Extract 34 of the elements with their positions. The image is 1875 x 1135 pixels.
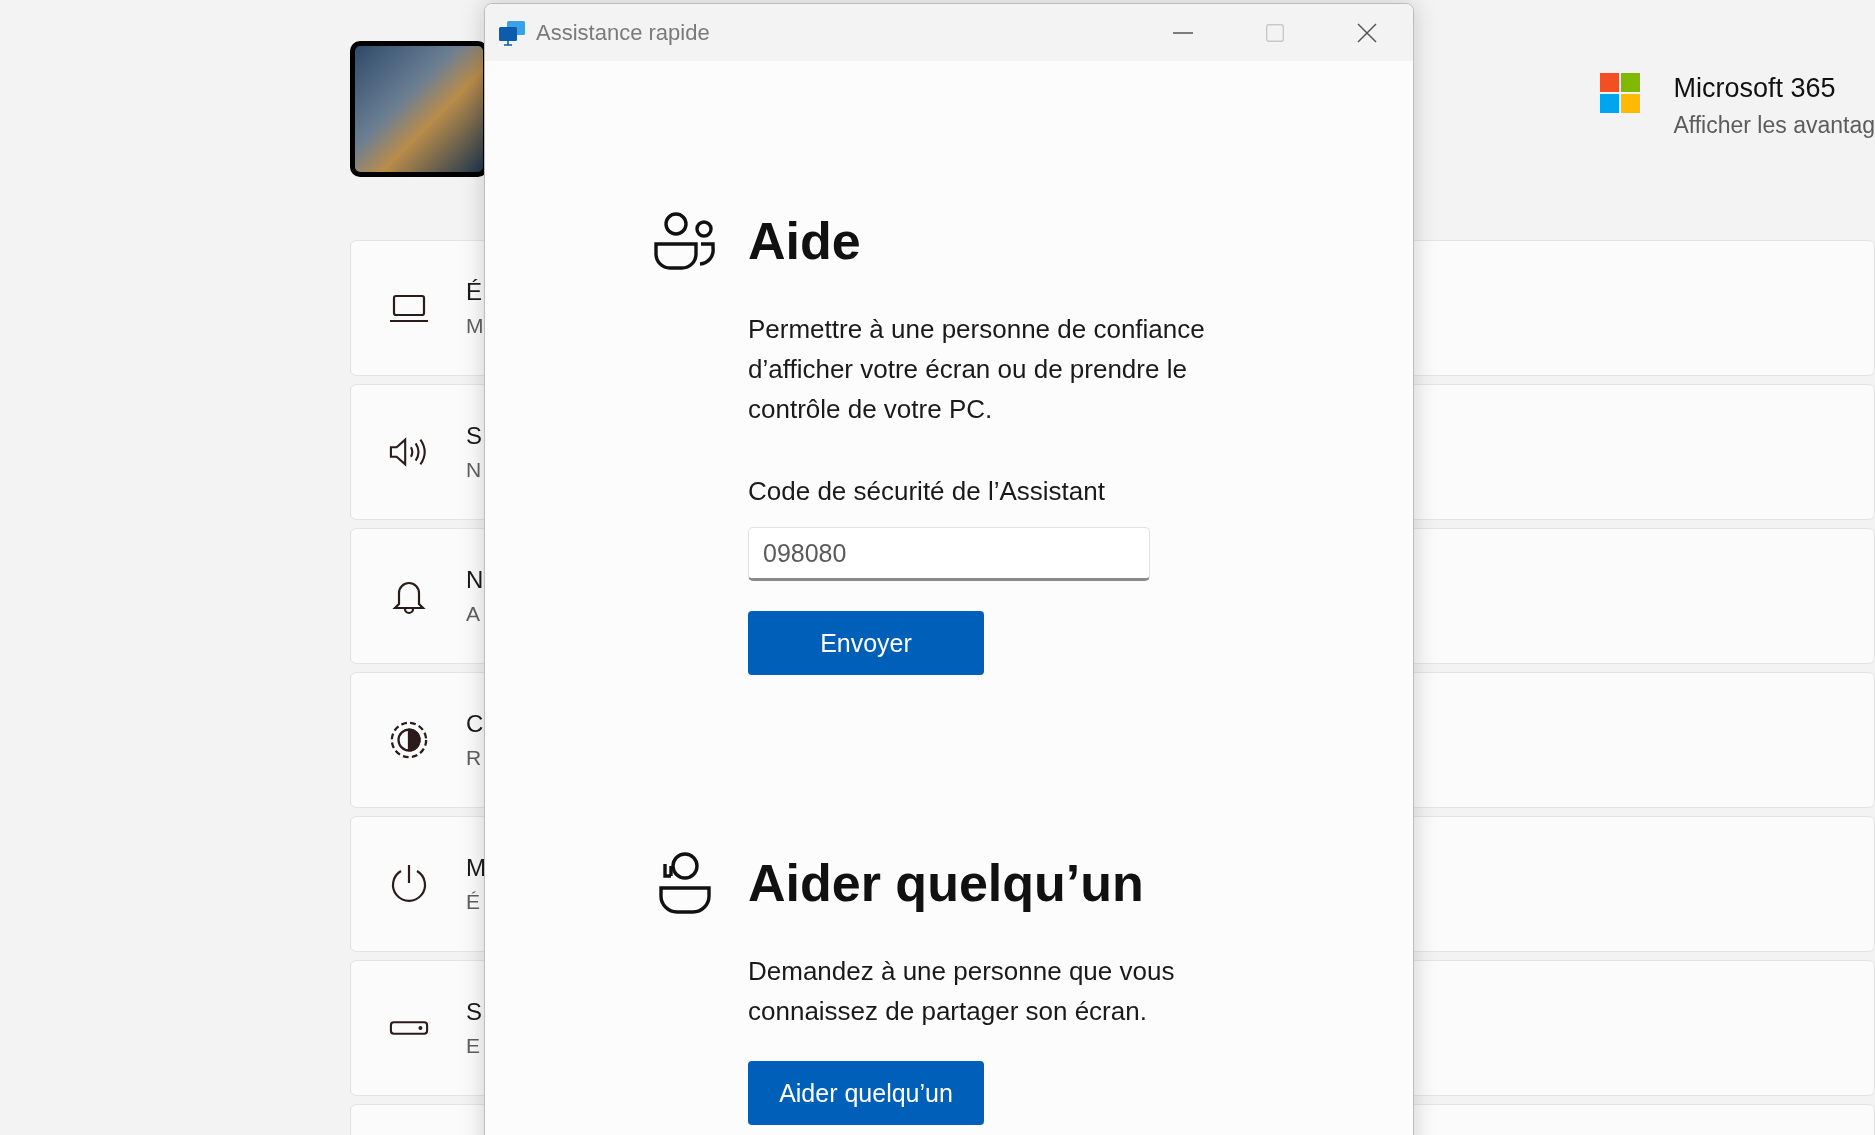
window-title: Assistance rapide (536, 19, 710, 46)
card-title: S (466, 998, 482, 1026)
section-heading: Aide (748, 211, 861, 272)
speaker-icon (389, 435, 429, 469)
power-icon (389, 863, 429, 905)
card-subtitle: E (466, 1034, 481, 1058)
card-title: M (466, 854, 486, 882)
card-title: N (466, 566, 484, 594)
minimize-icon (1173, 31, 1193, 34)
section-description: Permettre à une personne de confiance d’afficher votre écran ou de prendre le contrôle de votre PC. (748, 313, 1206, 426)
promo-link[interactable]: Afficher les avantag (1673, 112, 1875, 139)
card-subtitle: R (466, 746, 483, 770)
primary-button[interactable]: Envoyer (748, 611, 984, 675)
two-monitors-icon (498, 19, 526, 46)
section-heading: Aider quelqu’un (748, 853, 1144, 914)
code-input-field[interactable]: 098080 (748, 527, 1150, 581)
card-title: C (466, 710, 484, 738)
card-subtitle: A (466, 602, 481, 626)
close-icon (1357, 22, 1377, 43)
card-title: S (466, 422, 482, 450)
storage-drive-icon (389, 1020, 429, 1036)
maximize-icon (1266, 23, 1284, 42)
laptop-icon (389, 293, 429, 323)
section-description: Demandez à une personne que vous connaissez de partager son écran. (748, 955, 1176, 1028)
card-subtitle: N (466, 458, 482, 482)
promo-title: Microsoft 365 (1673, 73, 1837, 104)
card-subtitle: É (466, 890, 481, 914)
focus-icon (389, 719, 429, 761)
card-title: É (466, 278, 483, 306)
card-subtitle: M (466, 314, 484, 338)
people-icon (652, 212, 718, 270)
field-label: Code de sécurité de l’Assistant (748, 475, 1105, 507)
four-squares-logo-icon (1600, 73, 1641, 113)
primary-button[interactable]: Aider quelqu’un (748, 1061, 984, 1125)
